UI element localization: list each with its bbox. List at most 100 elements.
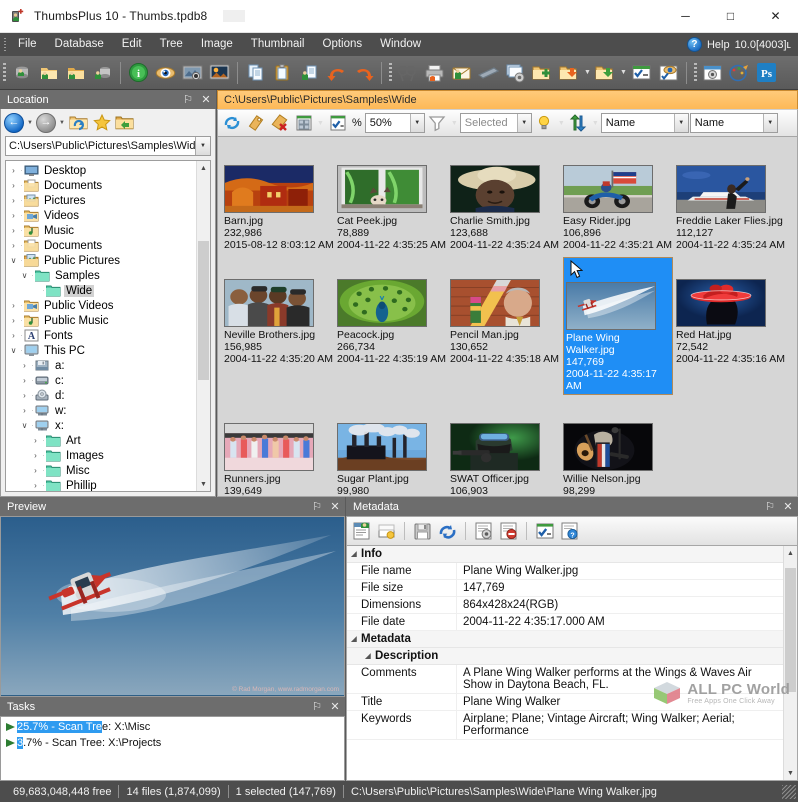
toolbar-grip-3[interactable]	[691, 56, 699, 90]
filter-dropdown-caret[interactable]: ▼	[450, 111, 459, 136]
tree-expander-icon[interactable]: ›	[30, 466, 41, 475]
zoom-dropdown-caret[interactable]: ▼	[410, 114, 424, 132]
group-collapse-icon[interactable]: ◢	[361, 652, 375, 660]
tree-expander-icon[interactable]: ›	[30, 481, 41, 490]
tree-expander-icon[interactable]: ›	[8, 316, 19, 325]
thumbnail-item[interactable]: Freddie Laker Flies.jpg112,1272004-11-22…	[676, 143, 789, 257]
group-collapse-icon[interactable]: ◢	[347, 635, 361, 643]
metadata-row[interactable]: CommentsA Plane Wing Walker performs at …	[347, 665, 783, 694]
thumbnail-item[interactable]: Neville Brothers.jpg156,9852004-11-22 4:…	[224, 257, 337, 401]
metadata-grid[interactable]: ◢InfoFile namePlane Wing Walker.jpgFile …	[347, 546, 783, 780]
thumbnail-item[interactable]: Red Hat.jpg72,5422004-11-22 4:35:16 AM	[676, 257, 789, 401]
metadata-row[interactable]: File size147,769	[347, 580, 783, 597]
tree-expander-icon[interactable]: ∨	[8, 346, 19, 355]
thumbnail-selected-frame[interactable]: Plane Wing Walker.jpg147,7692004-11-22 4…	[563, 257, 673, 395]
thumbnail-item[interactable]: Easy Rider.jpg106,8962004-11-22 4:35:21 …	[563, 143, 676, 257]
metadata-row[interactable]: Dimensions864x428x24(RGB)	[347, 597, 783, 614]
tree-item-d[interactable]: ›·d:	[8, 388, 196, 403]
tree-item-c-drive-c[interactable]: ›·c:	[8, 373, 196, 388]
metadata-value[interactable]: 147,769	[457, 580, 783, 596]
tree-item-wide[interactable]: ·Wide	[8, 283, 196, 298]
pin-icon[interactable]: ⚐	[309, 698, 325, 715]
resize-grip[interactable]	[782, 785, 796, 799]
sort-field-2-caret[interactable]: ▼	[763, 114, 777, 132]
close-button[interactable]: ✕	[753, 0, 798, 33]
tree-expander-icon[interactable]: ›	[19, 376, 30, 385]
thumbnail-item[interactable]: SWAT Officer.jpg106,9032004-11-22 4:35:1…	[450, 401, 563, 497]
tree-item-documents[interactable]: ›·Documents	[8, 178, 196, 193]
apply-icon[interactable]	[533, 520, 556, 543]
thumbnail-image[interactable]	[450, 257, 560, 327]
back-arrow-icon[interactable]: ←	[4, 113, 24, 133]
back-dropdown-caret[interactable]: ▼	[25, 120, 35, 126]
thumbnail-image[interactable]	[224, 257, 334, 327]
import-dropdown-caret[interactable]: ▼	[583, 60, 592, 85]
metadata-row[interactable]: TitlePlane Wing Walker	[347, 694, 783, 711]
tasks-list[interactable]: 25.7% - Scan Tree: X:\Misc3.7% - Scan Tr…	[0, 716, 345, 781]
metadata-group-header[interactable]: ◢Description	[347, 648, 783, 665]
tree-item-music[interactable]: ›·Music	[8, 223, 196, 238]
star-icon[interactable]	[91, 112, 113, 134]
thumbnail-image[interactable]	[450, 143, 560, 213]
slideshow-icon[interactable]	[180, 60, 205, 85]
settings-icon[interactable]	[472, 520, 495, 543]
lightbulb-icon[interactable]	[533, 112, 556, 135]
tree-expander-icon[interactable]: ›	[19, 361, 30, 370]
refresh-icon[interactable]	[220, 112, 243, 135]
tree-expander-icon[interactable]: ›	[8, 331, 19, 340]
folder-tree[interactable]: ›·Desktop›·Documents›·Pictures›·Videos›·…	[6, 161, 196, 491]
new-template-icon[interactable]	[375, 520, 398, 543]
photoshop-icon[interactable]: Ps	[754, 60, 779, 85]
maximize-button[interactable]: □	[708, 0, 753, 33]
options-icon[interactable]	[700, 60, 725, 85]
tree-expander-icon[interactable]: ›	[8, 181, 19, 190]
new-folder-icon[interactable]	[530, 60, 555, 85]
tree-item-w[interactable]: ›·w:	[8, 403, 196, 418]
remove-icon[interactable]	[497, 520, 520, 543]
untag-icon[interactable]	[268, 112, 291, 135]
close-icon[interactable]: ✕	[327, 698, 343, 715]
tree-item-art[interactable]: ›·Art	[8, 433, 196, 448]
grid-view-icon[interactable]	[292, 112, 315, 135]
thumbnail-image[interactable]	[676, 257, 786, 327]
new-database-icon[interactable]	[9, 60, 34, 85]
minimize-button[interactable]: ─	[663, 0, 708, 33]
toolbar-grip[interactable]	[0, 56, 8, 90]
tree-item-public-music[interactable]: ›·Public Music	[8, 313, 196, 328]
thumbnail-image[interactable]	[563, 401, 673, 471]
sort-dropdown-caret[interactable]: ▼	[591, 111, 600, 136]
export-icon[interactable]	[593, 60, 618, 85]
tree-item-x-archives-on-smucker[interactable]: ∨·x:	[8, 418, 196, 433]
pin-icon[interactable]: ⚐	[762, 498, 778, 515]
tree-item-phillip[interactable]: ›·Phillip	[8, 478, 196, 491]
metadata-group-header[interactable]: ◢Info	[347, 546, 783, 563]
metadata-scrollbar[interactable]: ▲ ▼	[783, 546, 797, 780]
zoom-combo[interactable]: 50% ▼	[365, 113, 425, 133]
help-metadata-icon[interactable]: ?	[558, 520, 581, 543]
tree-expander-icon[interactable]: ∨	[8, 256, 19, 265]
pin-icon[interactable]: ⚐	[309, 498, 325, 515]
preview-icon[interactable]	[656, 60, 681, 85]
save-database-icon[interactable]	[90, 60, 115, 85]
filter-combo-caret[interactable]: ▼	[517, 114, 531, 132]
tree-expander-icon[interactable]: ›	[30, 451, 41, 460]
tree-expander-icon[interactable]: ›	[8, 241, 19, 250]
menu-image[interactable]: Image	[192, 33, 242, 56]
fullscreen-view-icon[interactable]	[207, 60, 232, 85]
sort-field-1-caret[interactable]: ▼	[674, 114, 688, 132]
metadata-scroll-down[interactable]: ▼	[784, 766, 797, 780]
email-icon[interactable]	[449, 60, 474, 85]
filter-combo[interactable]: Selected ▼	[460, 113, 532, 133]
undo-icon[interactable]	[324, 60, 349, 85]
tree-scroll-thumb[interactable]	[198, 241, 209, 380]
menu-options[interactable]: Options	[314, 33, 372, 56]
toolbar-grip-2[interactable]	[386, 56, 394, 90]
find-icon[interactable]	[395, 60, 420, 85]
pin-icon[interactable]: ⚐	[180, 91, 196, 108]
metadata-row[interactable]: File date2004-11-22 4:35:17.000 AM	[347, 614, 783, 631]
import-icon[interactable]	[557, 60, 582, 85]
metadata-value[interactable]: 2004-11-22 4:35:17.000 AM	[457, 614, 783, 630]
tree-scrollbar[interactable]: ▲ ▼	[196, 161, 210, 491]
thumbnail-image[interactable]	[337, 257, 447, 327]
metadata-scroll-up[interactable]: ▲	[784, 546, 797, 560]
